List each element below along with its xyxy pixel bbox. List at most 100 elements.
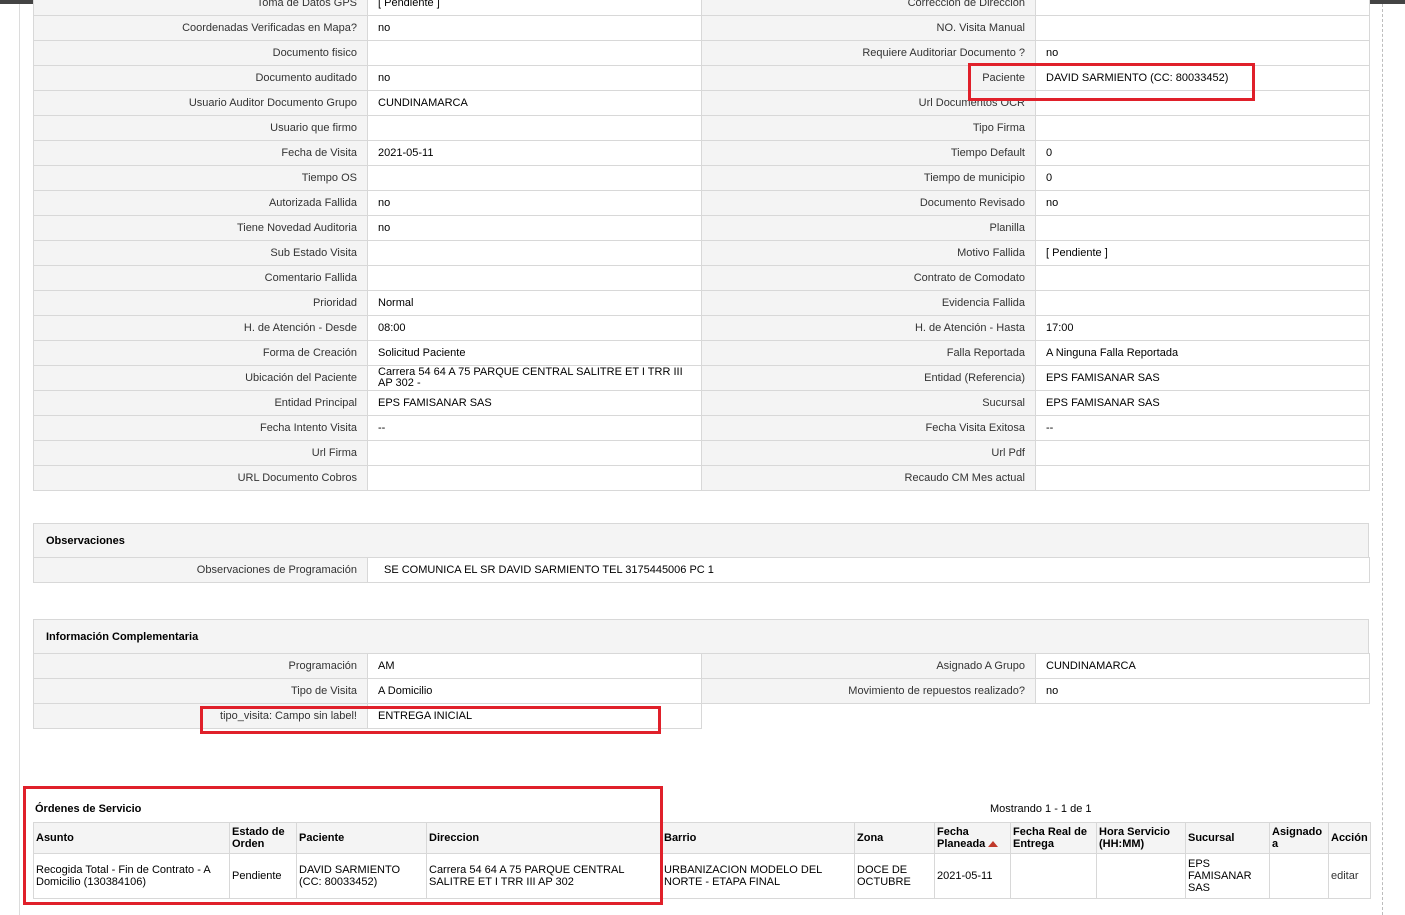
column-header-direccion[interactable]: Direccion — [426, 822, 662, 854]
complementaria-section: Información Complementaria Programación A… — [33, 619, 1370, 729]
detail-row: Fecha de Visita 2021-05-11 Tiempo Default 0 — [33, 140, 1370, 166]
label-url-firma: Url Firma — [33, 440, 368, 466]
field-label: Toma de Datos GPS — [256, 0, 357, 9]
label-prioridad: Prioridad — [33, 290, 368, 316]
value-sub-estado-visita — [367, 240, 702, 266]
label-programacion: Programación — [33, 653, 368, 679]
field-label: Ubicación del Paciente — [245, 372, 357, 384]
orders-title: Órdenes de Servicio — [35, 803, 142, 815]
column-header-hora-servicio-hh-mm[interactable]: Hora Servicio (HH:MM) — [1096, 822, 1186, 854]
label-fecha-visita-exitosa: Fecha Visita Exitosa — [701, 415, 1036, 441]
label-recaudo-cm-mes-actual: Recaudo CM Mes actual — [701, 465, 1036, 491]
value-documento-revisado: no — [1035, 190, 1370, 216]
label-autorizada-fallida: Autorizada Fallida — [33, 190, 368, 216]
order-sucursal: EPS FAMISANAR SAS — [1185, 853, 1270, 899]
label-usuario-que-firmo: Usuario que firmo — [33, 115, 368, 141]
orders-count: Mostrando 1 - 1 de 1 — [990, 803, 1092, 815]
value-programacion: AM — [367, 653, 702, 679]
column-header-label: Asignado a — [1272, 826, 1323, 850]
label-entidad-principal: Entidad Principal — [33, 390, 368, 416]
field-label: Requiere Auditoriar Documento ? — [862, 47, 1025, 59]
field-label: Coordenadas Verificadas en Mapa? — [182, 22, 357, 34]
value-entidad-referencia: EPS FAMISANAR SAS — [1035, 365, 1370, 391]
field-label: NO. Visita Manual — [936, 22, 1025, 34]
value-recaudo-cm-mes-actual — [1035, 465, 1370, 491]
field-value: no — [378, 21, 391, 34]
label-evidencia-fallida: Evidencia Fallida — [701, 290, 1036, 316]
field-label: H. de Atención - Desde — [243, 322, 357, 334]
column-header-label: Fecha Real de Entrega — [1013, 826, 1087, 850]
value-movimiento-de-repuestos-realizado: no — [1035, 678, 1370, 704]
edit-link[interactable]: editar — [1331, 870, 1359, 882]
value-tipo-firma — [1035, 115, 1370, 141]
column-header-paciente[interactable]: Paciente — [296, 822, 427, 854]
label-tipo-de-visita: Tipo de Visita — [33, 678, 368, 704]
detail-row: Ubicación del Paciente Carrera 54 64 A 75… — [33, 365, 1370, 391]
column-header-label: Acción — [1331, 832, 1368, 844]
label-sub-estado-visita: Sub Estado Visita — [33, 240, 368, 266]
column-header-label: Direccion — [429, 832, 480, 844]
field-label: Fecha de Visita — [281, 147, 357, 159]
field-value: no — [378, 196, 391, 209]
observaciones-value: SE COMUNICA EL SR DAVID SARMIENTO TEL 31… — [367, 557, 1370, 583]
label-url-documentos-ocr: Url Documentos OCR — [701, 90, 1036, 116]
value-correccion-de-direccion — [1035, 0, 1370, 16]
empty-cell — [1036, 704, 1370, 729]
field-value: [ Pendiente ] — [1046, 246, 1108, 259]
column-header-label: Asunto — [36, 832, 74, 844]
field-value: no — [1046, 46, 1059, 59]
complementaria-table: Programación AM Asignado A Grupo CUNDINAMAR… — [33, 653, 1370, 729]
label-coordenadas-verificadas-en-mapa: Coordenadas Verificadas en Mapa? — [33, 15, 368, 41]
column-header-accion[interactable]: Acción — [1328, 822, 1371, 854]
field-value: Normal — [378, 296, 414, 309]
table-row[interactable]: Recogida Total - Fin de Contrato - A Dom… — [33, 853, 1371, 899]
column-header-label: Barrio — [664, 832, 697, 844]
value-falla-reportada: A Ninguna Falla Reportada — [1035, 340, 1370, 366]
label-h-de-atencion-desde: H. de Atención - Desde — [33, 315, 368, 341]
field-label: H. de Atención - Hasta — [914, 322, 1025, 334]
orders-table: Asunto Estado de Orden Paciente Direccion Ba… — [33, 822, 1371, 899]
order-asunto: Recogida Total - Fin de Contrato - A Dom… — [33, 853, 230, 899]
sort-ascending-icon[interactable] — [988, 841, 999, 848]
column-header-zona[interactable]: Zona — [854, 822, 935, 854]
detail-row: Tiene Novedad Auditoria no Planilla — [33, 215, 1370, 241]
field-label: Tiempo Default — [950, 147, 1025, 159]
label-motivo-fallida: Motivo Fallida — [701, 240, 1036, 266]
detail-row: Toma de Datos GPS [ Pendiente ] Corrección… — [33, 0, 1370, 16]
column-header-asignado-a[interactable]: Asignado a — [1269, 822, 1329, 854]
label-tiempo-default: Tiempo Default — [701, 140, 1036, 166]
field-value: no — [1046, 196, 1059, 209]
field-label: URL Documento Cobros — [237, 472, 357, 484]
field-label: Movimiento de repuestos realizado? — [848, 685, 1025, 697]
order-direccion: Carrera 54 64 A 75 PARQUE CENTRAL SALITR… — [426, 853, 662, 899]
column-header-asunto[interactable]: Asunto — [33, 822, 230, 854]
label-paciente: Paciente — [701, 65, 1036, 91]
field-value: EPS FAMISANAR SAS — [1046, 396, 1160, 409]
label-asignado-a-grupo: Asignado A Grupo — [701, 653, 1036, 679]
value-tipo-de-visita: A Domicilio — [367, 678, 702, 704]
field-value: Solicitud Paciente — [378, 346, 466, 359]
label-sucursal: Sucursal — [701, 390, 1036, 416]
field-value: EPS FAMISANAR SAS — [1046, 371, 1160, 384]
column-header-fecha-planeada[interactable]: Fecha Planeada — [934, 822, 1011, 854]
detail-row: Documento auditado no Paciente DAVID SARMIE… — [33, 65, 1370, 91]
field-value: -- — [378, 421, 386, 434]
label-planilla: Planilla — [701, 215, 1036, 241]
column-header-barrio[interactable]: Barrio — [661, 822, 855, 854]
column-header-estado-de-orden[interactable]: Estado de Orden — [229, 822, 297, 854]
column-header-label: Sucursal — [1188, 832, 1235, 844]
field-value: Carrera 54 64 A 75 PARQUE CENTRAL SALITR… — [378, 366, 683, 389]
label-entidad-referencia: Entidad (Referencia) — [701, 365, 1036, 391]
field-value: DAVID SARMIENTO (CC: 80033452) — [1046, 71, 1229, 84]
empty-cell — [702, 704, 1036, 729]
order-hora — [1096, 853, 1186, 899]
detail-row: Coordenadas Verificadas en Mapa? no NO. Vi… — [33, 15, 1370, 41]
column-header-sucursal[interactable]: Sucursal — [1185, 822, 1270, 854]
field-value: no — [1046, 684, 1059, 697]
field-label: Tiempo de municipio — [923, 172, 1025, 184]
label-h-de-atencion-hasta: H. de Atención - Hasta — [701, 315, 1036, 341]
detail-row: tipo_visita: Campo sin label! ENTREGA INI… — [33, 703, 1370, 729]
value-h-de-atencion-desde: 08:00 — [367, 315, 702, 341]
column-header-fecha-real-de-entrega[interactable]: Fecha Real de Entrega — [1010, 822, 1097, 854]
field-label: Asignado A Grupo — [936, 660, 1025, 672]
